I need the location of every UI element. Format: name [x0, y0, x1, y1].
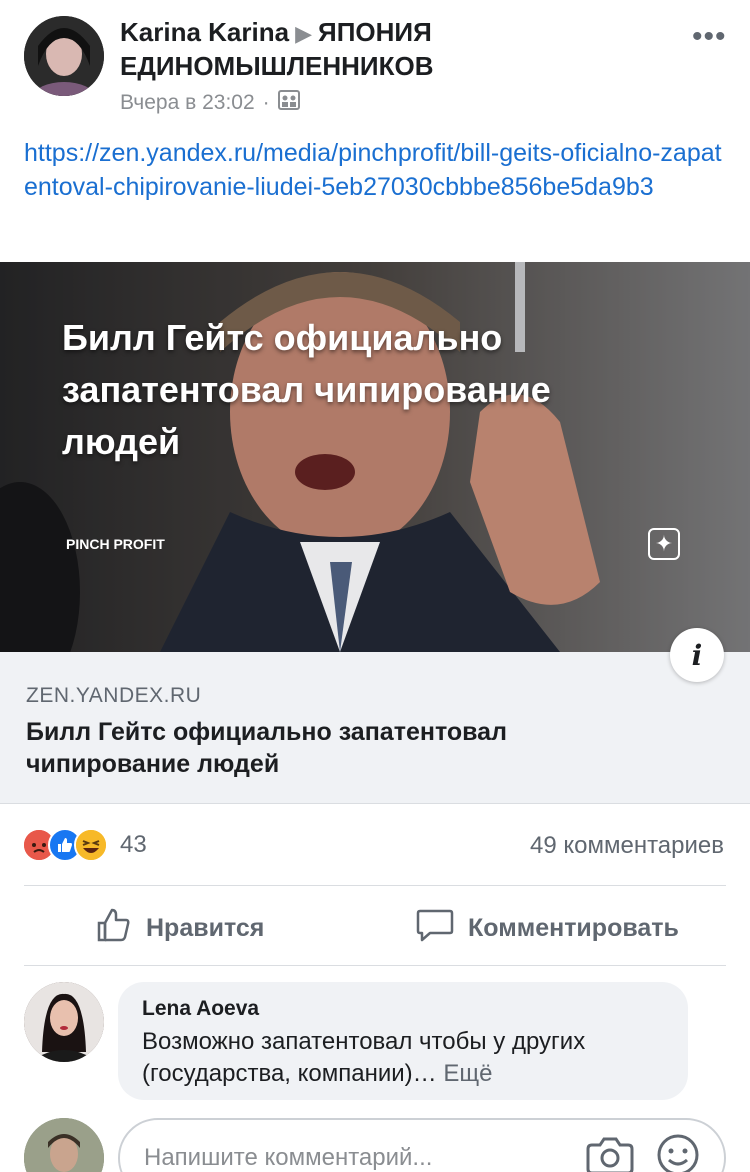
reactions-summary[interactable]: 43 [22, 828, 147, 862]
author-avatar[interactable] [24, 16, 104, 96]
reaction-count: 43 [120, 831, 147, 858]
comment-label: Комментировать [468, 913, 679, 942]
haha-reaction-icon [74, 828, 108, 862]
divider [24, 965, 726, 966]
comment-text: Возможно запатентовал чтобы у других (го… [142, 1026, 664, 1090]
like-label: Нравится [146, 913, 265, 942]
comment-body: Возможно запатентовал чтобы у других (го… [142, 1028, 586, 1087]
speech-bubble-icon [416, 907, 454, 950]
current-user-avatar [24, 1118, 104, 1172]
image-headline: Билл Гейтс официально запатентовал чипир… [62, 317, 551, 462]
link-title: Билл Гейтс официально запатентовал чипир… [26, 718, 507, 778]
like-button[interactable]: Нравится [96, 905, 264, 951]
post-link[interactable]: https://zen.yandex.ru/media/pinchprofit/… [24, 136, 724, 204]
composer-icons [586, 1133, 700, 1172]
meta-separator: · [262, 91, 270, 114]
info-icon[interactable]: i [670, 628, 724, 682]
group-audience-icon [277, 90, 300, 116]
author-line: Karina Karina ▶ ЯПОНИЯ ЕДИНОМЫШЛЕННИКОВ [120, 16, 680, 82]
author-name[interactable]: Karina Karina [120, 17, 289, 47]
comment-button[interactable]: Комментировать [416, 905, 679, 951]
triangle-right-icon: ▶ [295, 21, 312, 46]
comment-input[interactable]: Напишите комментарий... [118, 1118, 726, 1172]
article-image[interactable]: Билл Гейтс официально запатентовал чипир… [0, 262, 750, 652]
post-meta: Вчера в 23:02 · [120, 90, 300, 116]
comment-input-placeholder: Напишите комментарий... [144, 1144, 433, 1171]
link-preview-card[interactable]: ZEN.YANDEX.RU Билл Гейтс официально запа… [0, 652, 750, 804]
see-more-link[interactable]: Ещё [443, 1060, 492, 1087]
camera-icon[interactable] [586, 1135, 634, 1172]
commenter-name[interactable]: Lena Aoeva [142, 996, 664, 1022]
post-timestamp[interactable]: Вчера в 23:02 [120, 91, 255, 115]
post-header: Karina Karina ▶ ЯПОНИЯ ЕДИНОМЫШЛЕННИКОВ Вч… [0, 0, 750, 130]
image-brand-label: PINCH PROFIT [66, 536, 165, 552]
more-options-icon[interactable]: ••• [692, 22, 727, 52]
emoji-icon[interactable] [656, 1133, 700, 1172]
comment-bubble[interactable]: Lena Aoeva Возможно запатентовал чтобы у… [118, 982, 688, 1100]
divider [24, 885, 726, 886]
comment-composer: Напишите комментарий... [24, 1114, 726, 1172]
commenter-avatar[interactable] [24, 982, 104, 1062]
comments-count[interactable]: 49 комментариев [530, 832, 724, 860]
thumbs-up-icon [96, 907, 132, 950]
sparkle-icon: ✦ [648, 528, 680, 560]
link-domain: ZEN.YANDEX.RU [26, 684, 202, 707]
